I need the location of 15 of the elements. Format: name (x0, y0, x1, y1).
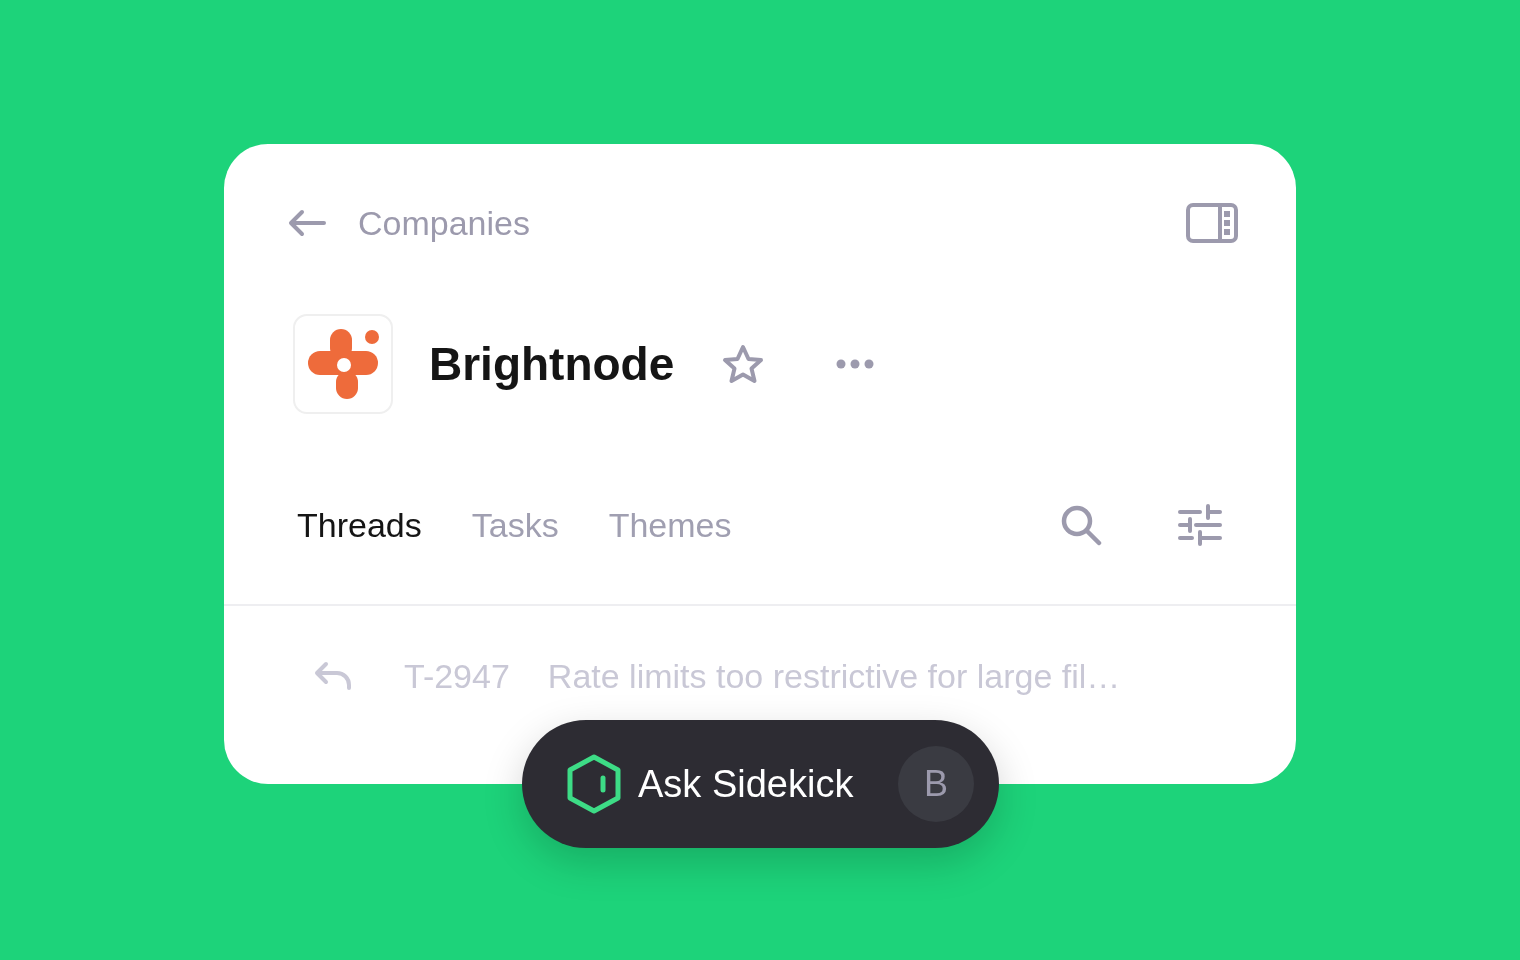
favorite-star-icon[interactable] (722, 344, 765, 384)
user-avatar: B (898, 746, 974, 822)
ask-sidekick-button[interactable]: Ask Sidekick B (522, 720, 999, 848)
side-panel-icon[interactable] (1186, 203, 1238, 243)
filter-sliders-icon[interactable] (1178, 504, 1222, 546)
company-name: Brightnode (429, 336, 675, 392)
tab[interactable]: Tasks (471, 499, 559, 551)
search-icon[interactable] (1060, 504, 1102, 546)
hexagon-logo-icon (566, 754, 622, 814)
back-link[interactable]: Companies (288, 197, 530, 249)
ask-sidekick-label: Ask Sidekick (638, 761, 854, 807)
back-arrow-icon (288, 209, 326, 237)
tab[interactable]: Themes (608, 499, 732, 551)
reply-icon (314, 661, 352, 691)
tab[interactable]: Threads (297, 499, 422, 551)
